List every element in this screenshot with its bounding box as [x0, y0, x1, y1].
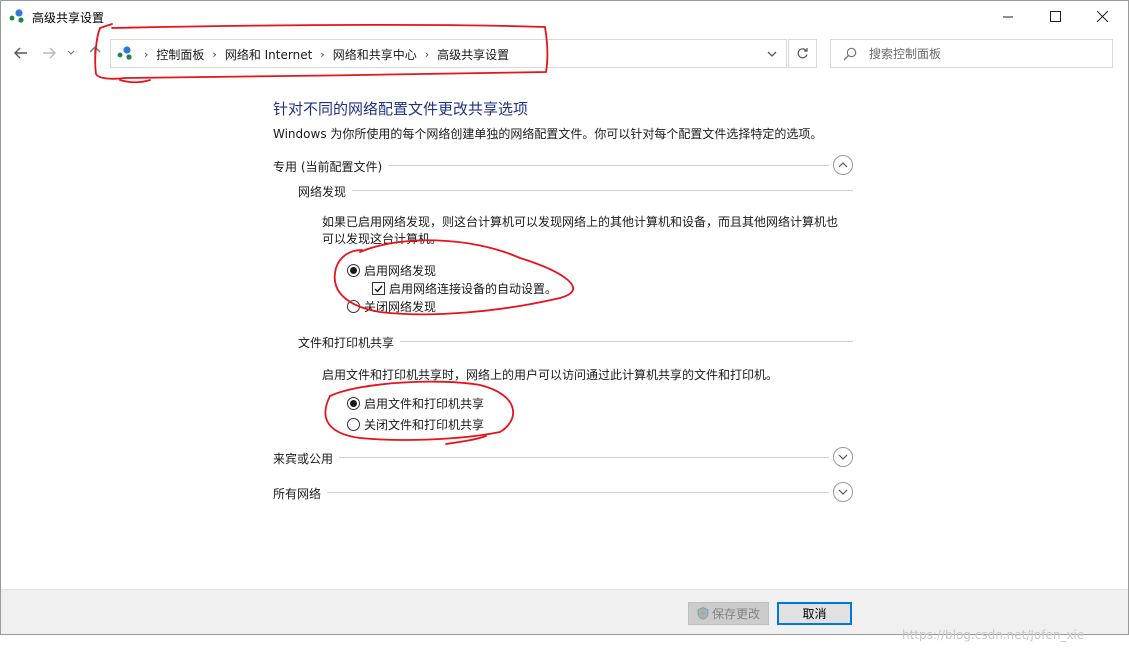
search-icon — [843, 47, 857, 61]
file-sharing-label: 文件和打印机共享 — [298, 334, 401, 351]
maximize-button[interactable] — [1032, 1, 1078, 32]
chevron-down-icon — [67, 50, 75, 55]
forward-button[interactable] — [39, 42, 59, 64]
auto-setup-label[interactable]: 启用网络连接设备的自动设置。 — [389, 280, 557, 297]
divider — [273, 492, 829, 493]
cancel-button-label: 取消 — [802, 607, 827, 621]
network-discovery-on-option[interactable]: 启用网络发现 — [347, 262, 436, 279]
arrow-up-icon — [89, 46, 101, 59]
refresh-icon — [797, 48, 808, 59]
file-sharing-on-radio[interactable] — [347, 397, 360, 410]
refresh-button[interactable] — [788, 39, 817, 68]
advanced-sharing-window: 高级共享设置 › 控制面板 › 网络和 Internet › 网络和共享中心 ›… — [0, 0, 1129, 635]
file-sharing-off-radio[interactable] — [347, 418, 360, 431]
breadcrumb-control-panel[interactable]: 控制面板 — [156, 46, 204, 63]
divider — [298, 190, 853, 191]
profile-private-section[interactable]: 专用 (当前配置文件) — [273, 155, 853, 178]
chevron-right-icon[interactable]: › — [320, 48, 324, 61]
profile-all-label: 所有网络 — [273, 485, 328, 502]
arrow-right-icon — [43, 47, 56, 59]
file-sharing-text: 启用文件和打印机共享时，网络上的用户可以访问通过此计算机共享的文件和打印机。 — [322, 368, 779, 382]
profile-guest-label: 来宾或公用 — [273, 450, 340, 467]
network-discovery-off-radio[interactable] — [347, 300, 360, 313]
network-discovery-label: 网络发现 — [298, 183, 353, 200]
chevron-down-icon — [838, 489, 848, 495]
network-sharing-icon — [9, 9, 24, 23]
profile-private-label: 专用 (当前配置文件) — [273, 158, 389, 175]
file-sharing-off-label[interactable]: 关闭文件和打印机共享 — [364, 416, 484, 433]
check-icon — [374, 285, 383, 293]
divider — [273, 457, 829, 458]
maximize-icon — [1049, 11, 1061, 22]
network-discovery-text-line-1: 如果已启用网络发现，则这台计算机可以发现网络上的其他计算机和设备，而且其他网络计… — [322, 215, 839, 229]
profile-guest-section[interactable]: 来宾或公用 — [273, 447, 853, 470]
collapse-button[interactable] — [833, 155, 853, 175]
breadcrumb-advanced-sharing[interactable]: 高级共享设置 — [437, 46, 509, 63]
title-bar: 高级共享设置 — [1, 1, 1128, 32]
minimize-button[interactable] — [985, 1, 1031, 32]
file-sharing-group: 文件和打印机共享 — [298, 333, 853, 353]
page-title: 针对不同的网络配置文件更改共享选项 — [273, 100, 529, 118]
minimize-icon — [1002, 16, 1013, 18]
search-box[interactable] — [830, 39, 1113, 68]
breadcrumb-network-sharing-center[interactable]: 网络和共享中心 — [333, 46, 417, 63]
network-discovery-text: 如果已启用网络发现，则这台计算机可以发现网络上的其他计算机和设备，而且其他网络计… — [322, 214, 838, 248]
address-bar[interactable]: › 控制面板 › 网络和 Internet › 网络和共享中心 › 高级共享设置 — [110, 39, 787, 68]
cancel-button[interactable]: 取消 — [777, 602, 852, 625]
chevron-down-icon — [838, 454, 848, 460]
expand-button[interactable] — [833, 447, 853, 467]
breadcrumb-network-internet[interactable]: 网络和 Internet — [225, 46, 312, 63]
network-discovery-on-label[interactable]: 启用网络发现 — [364, 262, 436, 279]
up-button[interactable] — [85, 42, 105, 64]
profile-all-section[interactable]: 所有网络 — [273, 482, 853, 505]
network-sharing-icon — [117, 46, 132, 60]
save-button-label: 保存更改 — [711, 607, 760, 621]
auto-setup-checkbox[interactable] — [372, 282, 385, 295]
close-icon — [1096, 11, 1108, 22]
chevron-up-icon — [838, 162, 848, 168]
page-description: Windows 为你所使用的每个网络创建单独的网络配置文件。你可以针对每个配置文… — [273, 127, 823, 141]
close-button[interactable] — [1079, 1, 1125, 32]
save-button[interactable]: 保存更改 — [688, 602, 769, 625]
file-sharing-on-option[interactable]: 启用文件和打印机共享 — [347, 395, 484, 412]
chevron-right-icon[interactable]: › — [212, 48, 216, 61]
file-sharing-off-option[interactable]: 关闭文件和打印机共享 — [347, 416, 484, 433]
uac-shield-icon — [697, 607, 709, 620]
network-discovery-group: 网络发现 — [298, 182, 853, 202]
search-input[interactable] — [869, 45, 1099, 63]
network-discovery-off-label[interactable]: 关闭网络发现 — [364, 298, 436, 315]
back-button[interactable] — [11, 42, 31, 64]
chevron-right-icon: › — [144, 48, 149, 61]
arrow-left-icon — [14, 47, 27, 59]
network-discovery-text-line-2: 可以发现这台计算机。 — [322, 232, 443, 246]
main-content: 针对不同的网络配置文件更改共享选项 Windows 为你所使用的每个网络创建单独… — [1, 79, 1128, 589]
auto-setup-option[interactable]: 启用网络连接设备的自动设置。 — [372, 280, 557, 297]
breadcrumb: › 控制面板 › 网络和 Internet › 网络和共享中心 › 高级共享设置 — [136, 46, 509, 63]
watermark-text: https://blog.csdn.net/Jofen_xie — [902, 628, 1085, 642]
chevron-right-icon[interactable]: › — [425, 48, 429, 61]
network-discovery-on-radio[interactable] — [347, 264, 360, 277]
network-discovery-off-option[interactable]: 关闭网络发现 — [347, 298, 436, 315]
file-sharing-on-label[interactable]: 启用文件和打印机共享 — [364, 395, 484, 412]
recent-locations-button[interactable] — [64, 42, 78, 64]
window-title: 高级共享设置 — [32, 11, 105, 25]
address-dropdown-icon[interactable] — [766, 48, 778, 60]
expand-button[interactable] — [833, 482, 853, 502]
